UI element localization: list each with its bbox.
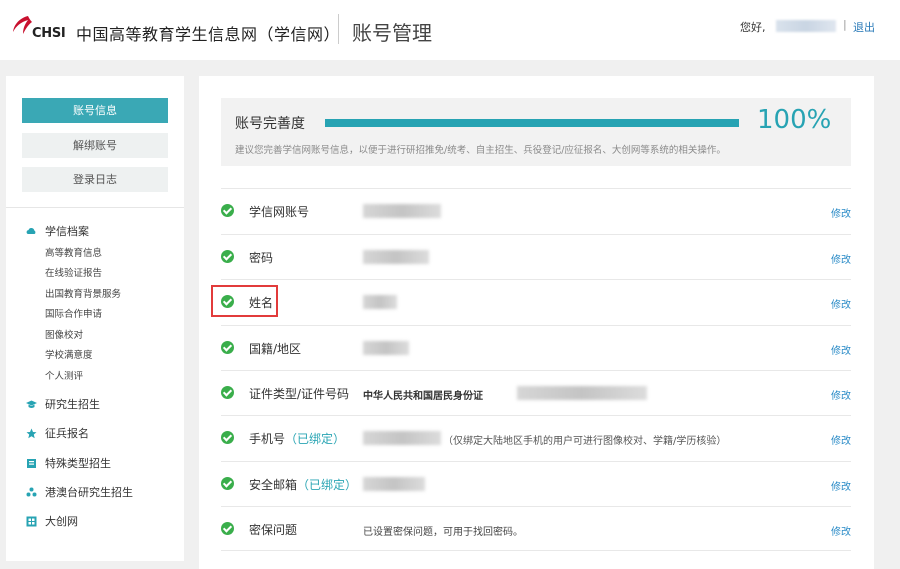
email-bound-status: （已绑定）: [297, 478, 358, 492]
id-type-text: 中华人民共和国居民身份证: [363, 391, 483, 402]
sidebar-category-dachuang[interactable]: 大创网: [26, 513, 78, 529]
site-header: CHSI 中国高等教育学生信息网（学信网） 账号管理 您好, | 退出: [0, 0, 900, 60]
people-icon: [26, 487, 37, 498]
check-icon: [221, 431, 234, 444]
row-nationality: 国籍/地区 修改: [221, 325, 851, 370]
completeness-value: 100%: [757, 105, 832, 135]
completeness-label: 账号完善度: [235, 116, 305, 132]
sidebar-button-login-log[interactable]: 登录日志: [22, 167, 168, 192]
row-label: 国籍/地区: [249, 342, 302, 356]
row-security-question: 密保问题 已设置密保问题，可用于找回密码。 修改: [221, 506, 851, 551]
edit-email-link[interactable]: 修改: [831, 478, 851, 493]
sidebar-divider: [6, 207, 184, 208]
username-redacted: [776, 20, 836, 32]
sidebar: 账号信息 解绑账号 登录日志 学信档案 高等教育信息 在线验证报告 出国教育背景…: [6, 76, 184, 561]
sidebar-sub-image-proofreading[interactable]: 图像校对: [45, 327, 83, 341]
account-info-panel: 账号完善度 100% 建议您完善学信网账号信息，以便于进行研招推免/统考、自主招…: [199, 76, 874, 569]
sidebar-category-military-enlistment[interactable]: 征兵报名: [26, 425, 89, 441]
completeness-box: 账号完善度 100% 建议您完善学信网账号信息，以便于进行研招推免/统考、自主招…: [221, 98, 851, 166]
completeness-hint: 建议您完善学信网账号信息，以便于进行研招推免/统考、自主招生、兵役登记/应征报名…: [235, 145, 726, 156]
security-question-note: 已设置密保问题，可用于找回密码。: [363, 527, 523, 538]
edit-nationality-link[interactable]: 修改: [831, 342, 851, 357]
sidebar-sub-international-cooperation[interactable]: 国际合作申请: [45, 306, 102, 320]
sidebar-button-account-info[interactable]: 账号信息: [22, 98, 168, 123]
edit-id-document-link[interactable]: 修改: [831, 387, 851, 402]
row-email: 安全邮箱（已绑定） 修改: [221, 461, 851, 506]
id-number-redacted: [517, 386, 647, 400]
greeting-text: 您好,: [740, 21, 766, 34]
account-value-redacted: [363, 204, 441, 218]
row-phone: 手机号（已绑定） （仅绑定大陆地区手机的用户可进行图像校对、学籍/学历核验） 修…: [221, 415, 851, 460]
nationality-value-redacted: [363, 341, 409, 355]
sidebar-sub-school-satisfaction[interactable]: 学校满意度: [45, 347, 93, 361]
sidebar-category-xuexin-archive[interactable]: 学信档案: [26, 223, 89, 239]
logo-text: CHSI: [32, 26, 66, 41]
row-label: 手机号（已绑定）: [249, 430, 345, 447]
row-label: 学信网账号: [249, 205, 310, 219]
sidebar-button-unbind-account[interactable]: 解绑账号: [22, 133, 168, 158]
grid-icon: [26, 516, 37, 527]
sidebar-category-label: 研究生招生: [45, 398, 100, 411]
phone-label: 手机号: [249, 432, 286, 446]
check-icon: [221, 522, 234, 535]
sidebar-category-label: 征兵报名: [45, 427, 89, 440]
completeness-progress-bar: [325, 119, 739, 127]
logout-link[interactable]: 退出: [853, 19, 875, 35]
sidebar-category-graduate-admission[interactable]: 研究生招生: [26, 396, 100, 412]
sidebar-category-hk-macao-taiwan-graduate[interactable]: 港澳台研究生招生: [26, 484, 133, 500]
edit-account-link[interactable]: 修改: [831, 205, 851, 220]
check-icon: [221, 477, 234, 490]
cloud-icon: [26, 226, 37, 237]
phone-bound-status: （已绑定）: [285, 432, 346, 446]
sidebar-sub-online-verification-report[interactable]: 在线验证报告: [45, 265, 102, 279]
check-icon: [221, 386, 234, 399]
sidebar-category-label: 大创网: [45, 515, 78, 528]
header-divider: [338, 14, 339, 44]
site-name[interactable]: 中国高等教育学生信息网（学信网）: [76, 21, 340, 45]
edit-password-link[interactable]: 修改: [831, 251, 851, 266]
sidebar-category-label: 港澳台研究生招生: [45, 486, 133, 499]
check-icon: [221, 204, 234, 217]
header-separator: |: [843, 18, 847, 31]
email-value-redacted: [363, 477, 425, 491]
row-account: 学信网账号 修改: [221, 188, 851, 233]
sidebar-category-special-admission[interactable]: 特殊类型招生: [26, 455, 111, 471]
row-id-document: 证件类型/证件号码 中华人民共和国居民身份证 修改: [221, 370, 851, 415]
name-highlight-box: [211, 285, 278, 317]
graduation-cap-icon: [26, 399, 37, 410]
phone-note: （仅绑定大陆地区手机的用户可进行图像校对、学籍/学历核验）: [443, 436, 727, 447]
row-label: 密码: [249, 251, 274, 265]
sidebar-sub-personal-assessment[interactable]: 个人测评: [45, 368, 83, 382]
check-icon: [221, 250, 234, 263]
email-label: 安全邮箱: [249, 478, 298, 492]
row-label: 密保问题: [249, 523, 298, 537]
edit-phone-link[interactable]: 修改: [831, 432, 851, 447]
sidebar-sub-higher-education-info[interactable]: 高等教育信息: [45, 245, 102, 259]
sidebar-category-label: 特殊类型招生: [45, 457, 111, 470]
page-title: 账号管理: [352, 21, 432, 45]
edit-security-question-link[interactable]: 修改: [831, 523, 851, 538]
phone-value-redacted: [363, 431, 441, 445]
password-value-redacted: [363, 250, 429, 264]
chsi-logo-icon[interactable]: [8, 14, 34, 42]
name-value-redacted: [363, 295, 397, 309]
row-label: 证件类型/证件号码: [249, 387, 350, 401]
completeness-progress-fill: [325, 119, 739, 127]
row-name: 姓名 修改: [221, 279, 851, 324]
edit-name-link[interactable]: 修改: [831, 296, 851, 311]
book-icon: [26, 458, 37, 469]
sidebar-sub-overseas-education-service[interactable]: 出国教育背景服务: [45, 286, 121, 300]
row-password: 密码 修改: [221, 234, 851, 279]
star-icon: [26, 428, 37, 439]
sidebar-category-label: 学信档案: [45, 225, 89, 238]
check-icon: [221, 341, 234, 354]
row-label: 安全邮箱（已绑定）: [249, 476, 357, 493]
